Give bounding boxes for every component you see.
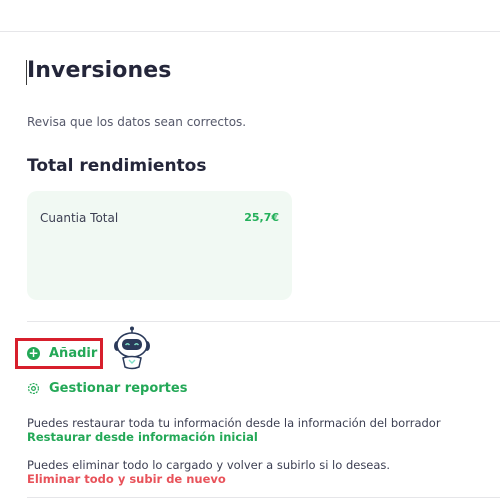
page-title: Inversiones xyxy=(27,58,172,83)
gear-icon xyxy=(27,382,40,395)
manage-reports-link[interactable]: Gestionar reportes xyxy=(27,381,187,396)
total-card: Cuantia Total 25,7€ xyxy=(27,191,292,300)
bottom-divider xyxy=(27,497,500,498)
robot-icon xyxy=(114,326,150,370)
restore-info-text: Puedes restaurar toda tu información des… xyxy=(27,416,441,430)
delete-link[interactable]: Eliminar todo y subir de nuevo xyxy=(27,472,226,486)
plus-circle-icon: + xyxy=(27,346,40,360)
top-divider xyxy=(0,31,500,32)
manage-reports-label: Gestionar reportes xyxy=(49,381,188,396)
delete-info-text: Puedes eliminar todo lo cargado y volver… xyxy=(27,458,391,472)
add-button-label: Añadir xyxy=(49,346,98,361)
section-divider xyxy=(27,321,500,322)
total-label: Cuantia Total xyxy=(40,211,119,225)
restore-link[interactable]: Restaurar desde información inicial xyxy=(27,430,258,444)
section-title: Total rendimientos xyxy=(27,156,207,176)
total-value: 25,7€ xyxy=(244,211,279,224)
add-button[interactable]: + Añadir xyxy=(15,338,103,369)
page-subtitle: Revisa que los datos sean correctos. xyxy=(27,115,247,129)
